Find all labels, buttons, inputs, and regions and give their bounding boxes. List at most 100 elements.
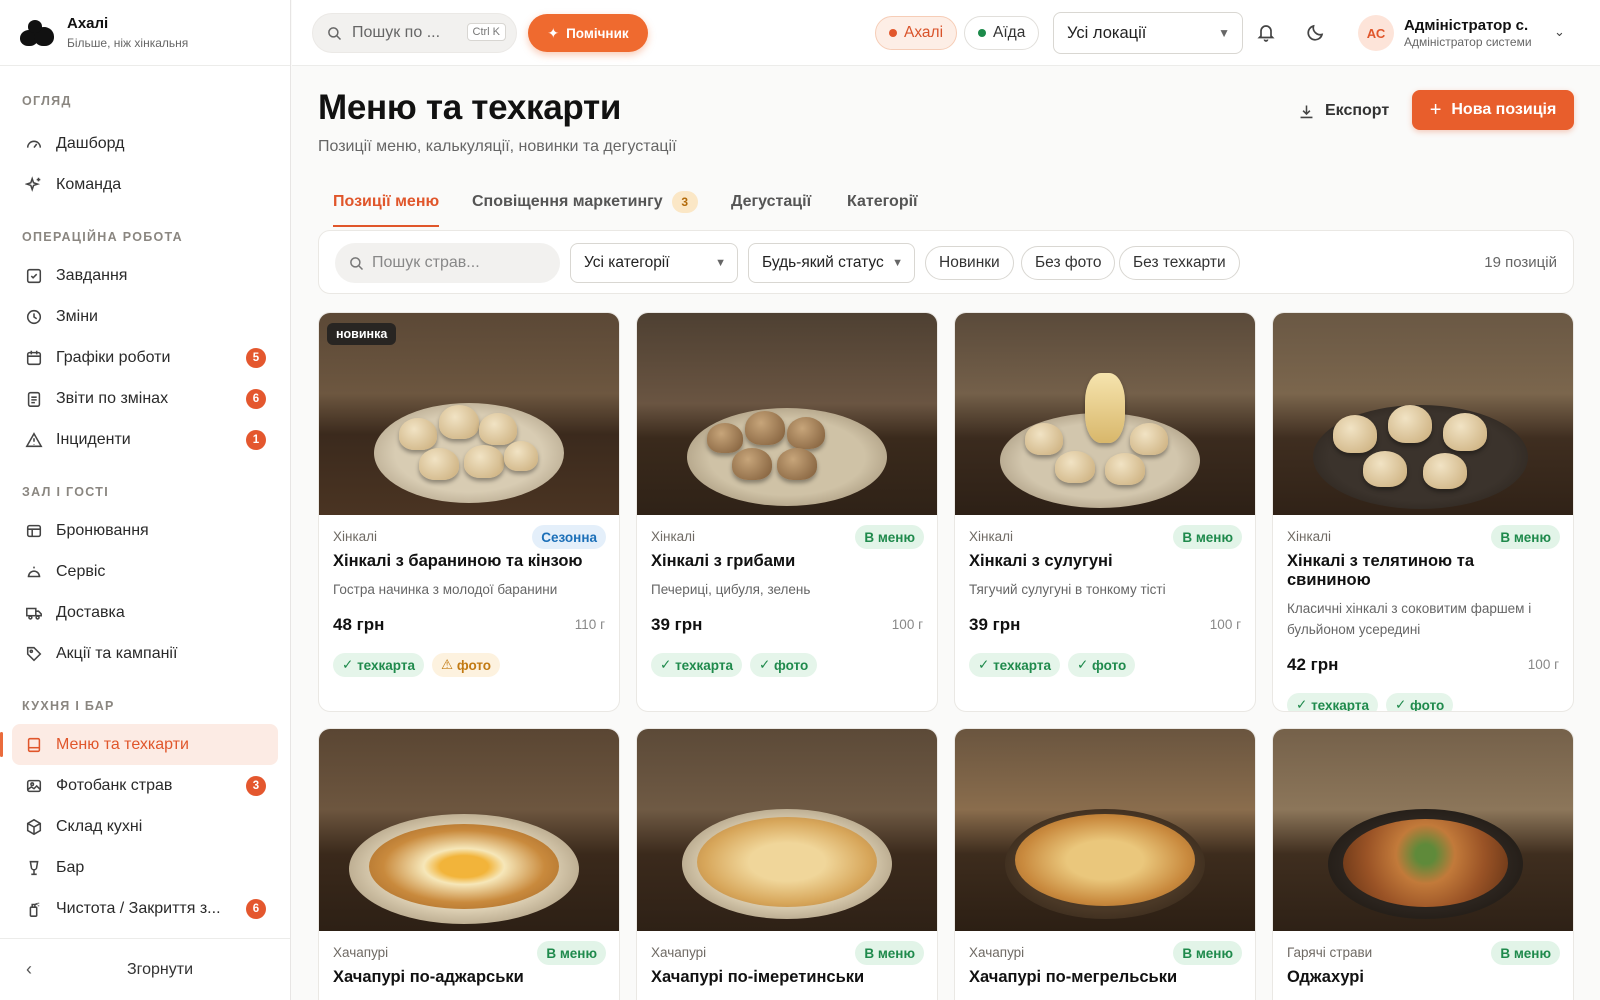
dish-name: Хінкалі з сулугуні xyxy=(969,552,1113,570)
chevron-left-icon: ‹ xyxy=(26,959,32,979)
sidebar-item-kitchen-stock[interactable]: Склад кухні xyxy=(12,806,278,847)
checkbox-icon xyxy=(24,266,44,286)
dish-price: 39 грн xyxy=(651,615,703,634)
sidebar-item-schedules[interactable]: Графіки роботи 5 xyxy=(12,337,278,378)
tag-icon xyxy=(24,644,44,664)
filter-bar: Пошук страв... Усі категорії ▼ Будь-який… xyxy=(318,230,1574,294)
sidebar-item-incidents[interactable]: Інциденти 1 xyxy=(12,419,278,460)
sidebar-item-label: Меню та техкарти xyxy=(56,735,189,753)
tag-label: фото xyxy=(456,657,492,673)
status-badge: В меню xyxy=(1173,941,1242,965)
filter-chip-no-techcard[interactable]: Без техкарти xyxy=(1119,246,1240,280)
sidebar-item-menu[interactable]: Меню та техкарти xyxy=(0,724,278,765)
global-search-input[interactable]: Пошук по ... Ctrl K xyxy=(312,13,517,53)
dish-photo xyxy=(1273,313,1573,515)
tab-tastings[interactable]: Дегустації xyxy=(731,190,811,226)
page-subtitle: Позиції меню, калькуляції, новинки та де… xyxy=(318,138,677,155)
status-badge: Сезонна xyxy=(532,525,606,549)
moon-icon[interactable] xyxy=(1306,22,1328,44)
menu-card[interactable]: Хачапурі В меню Хачапурі по-мегрельськи xyxy=(954,728,1256,1000)
sidebar-item-bar[interactable]: Бар xyxy=(12,847,278,888)
sidebar-item-reservations[interactable]: Бронювання xyxy=(12,510,278,551)
status-badge: В меню xyxy=(537,941,606,965)
search-placeholder: Пошук по ... xyxy=(352,24,441,41)
sidebar-item-promotions[interactable]: Акції та кампанії xyxy=(12,633,278,674)
location-pill-akhali[interactable]: Ахалі xyxy=(875,16,958,50)
menu-card[interactable]: Хінкалі В меню Хінкалі з телятиною та св… xyxy=(1272,312,1574,712)
menu-card[interactable]: Хачапурі В меню Хачапурі по-аджарськи xyxy=(318,728,620,1000)
calendar-icon xyxy=(24,348,44,368)
sidebar-item-shift-reports[interactable]: Звіти по змінах 6 xyxy=(12,378,278,419)
export-button[interactable]: Експорт xyxy=(1298,92,1389,130)
dish-photo xyxy=(955,729,1255,931)
location-label: Аїда xyxy=(993,24,1026,41)
tag-label: фото xyxy=(774,657,809,673)
status-select[interactable]: Будь-який статус ▼ xyxy=(748,243,915,283)
filter-chip-new[interactable]: Новинки xyxy=(925,246,1014,280)
bell-icon[interactable] xyxy=(1256,22,1278,44)
menu-card[interactable]: новинка Хінкалі Сезонна Хінкалі з барани… xyxy=(318,312,620,712)
dish-weight: 110 г xyxy=(574,617,605,632)
sidebar-nav: ОГЛЯД Дашборд Команда ОПЕРАЦІЙНА РОБОТА … xyxy=(0,91,290,929)
search-icon xyxy=(328,26,342,40)
dish-photo xyxy=(319,729,619,931)
dish-weight: 100 г xyxy=(1209,617,1241,632)
export-label: Експорт xyxy=(1325,102,1390,119)
sidebar-item-cleaning[interactable]: Чистота / Закриття з... 6 xyxy=(12,888,278,929)
dish-name: Хачапурі по-мегрельськи xyxy=(969,968,1178,986)
tab-count-badge: 3 xyxy=(671,191,698,213)
sidebar-item-delivery[interactable]: Доставка xyxy=(12,592,278,633)
status-select-value: Будь-який статус xyxy=(762,254,884,271)
tab-label: Дегустації xyxy=(731,193,812,210)
menu-card[interactable]: Хінкалі В меню Хінкалі з сулугуні Тягучи… xyxy=(954,312,1256,712)
check-icon: ✓ xyxy=(1296,697,1312,712)
sidebar-item-tasks[interactable]: Завдання xyxy=(12,255,278,296)
dish-photo xyxy=(955,313,1255,515)
category-select[interactable]: Усі категорії ▼ xyxy=(570,243,738,283)
dish-search-input[interactable]: Пошук страв... xyxy=(335,243,560,283)
menu-card[interactable]: Гарячі страви В меню Оджахурі xyxy=(1272,728,1574,1000)
sidebar-item-shifts[interactable]: Зміни xyxy=(12,296,278,337)
techcard-tag: ✓ техкарта xyxy=(333,653,424,677)
sidebar-item-service[interactable]: Сервіс xyxy=(12,551,278,592)
dish-description: Класичні хінкалі з соковитим фаршем і бу… xyxy=(1287,601,1532,637)
clipboard-icon xyxy=(24,389,44,409)
tag-label: техкарта xyxy=(675,657,733,673)
chevron-down-icon[interactable]: ⌄ xyxy=(1554,24,1565,40)
box-icon xyxy=(24,817,44,837)
check-icon: ✓ xyxy=(1394,697,1411,712)
tab-label: Категорії xyxy=(847,193,918,210)
tag-label: техкарта xyxy=(993,657,1051,673)
tag-label: техкарта xyxy=(357,657,415,673)
photo-tag: ✓ фото xyxy=(1067,653,1136,677)
glass-icon xyxy=(24,858,44,878)
sidebar-item-dashboard[interactable]: Дашборд xyxy=(12,123,278,164)
sidebar-item-team[interactable]: Команда xyxy=(12,164,278,205)
brand[interactable]: Ахалі Більше, ніж хінкальня xyxy=(0,0,290,66)
menu-card[interactable]: Хінкалі В меню Хінкалі з грибами Печериц… xyxy=(636,312,938,712)
tab-categories[interactable]: Категорії xyxy=(847,190,918,226)
assistant-button[interactable]: ✦ Помічник xyxy=(528,14,648,52)
techcard-tag: ✓ техкарта xyxy=(969,653,1060,677)
avatar[interactable]: АС xyxy=(1358,15,1394,51)
sidebar-item-label: Чистота / Закриття з... xyxy=(56,899,221,917)
truck-icon xyxy=(24,603,44,623)
sidebar-item-photobank[interactable]: Фотобанк страв 3 xyxy=(12,765,278,806)
collapse-sidebar-button[interactable]: ‹ Згорнути xyxy=(0,938,290,1000)
user-name[interactable]: Адміністратор с. xyxy=(1404,17,1528,34)
dish-search-placeholder: Пошук страв... xyxy=(372,254,480,271)
dish-photo xyxy=(637,313,937,515)
sparkles-icon xyxy=(24,175,44,195)
dish-description: Печериці, цибуля, зелень xyxy=(651,582,811,597)
menu-card[interactable]: Хачапурі В меню Хачапурі по-імеретинськи xyxy=(636,728,938,1000)
sparkle-icon: ✦ xyxy=(547,24,560,41)
tab-menu-items[interactable]: Позиції меню xyxy=(333,190,440,227)
count-badge: 3 xyxy=(246,775,266,796)
location-select[interactable]: Усі локації ▼ xyxy=(1053,12,1243,54)
filter-chip-no-photo[interactable]: Без фото xyxy=(1021,246,1116,280)
status-badge: В меню xyxy=(855,941,924,965)
sidebar: Ахалі Більше, ніж хінкальня ОГЛЯД Дашбор… xyxy=(0,0,291,1000)
new-item-button[interactable]: + Нова позиція xyxy=(1412,90,1574,130)
location-pill-aida[interactable]: Аїда xyxy=(964,16,1040,50)
tab-marketing-alerts[interactable]: Сповіщення маркетингу 3 xyxy=(472,190,698,226)
